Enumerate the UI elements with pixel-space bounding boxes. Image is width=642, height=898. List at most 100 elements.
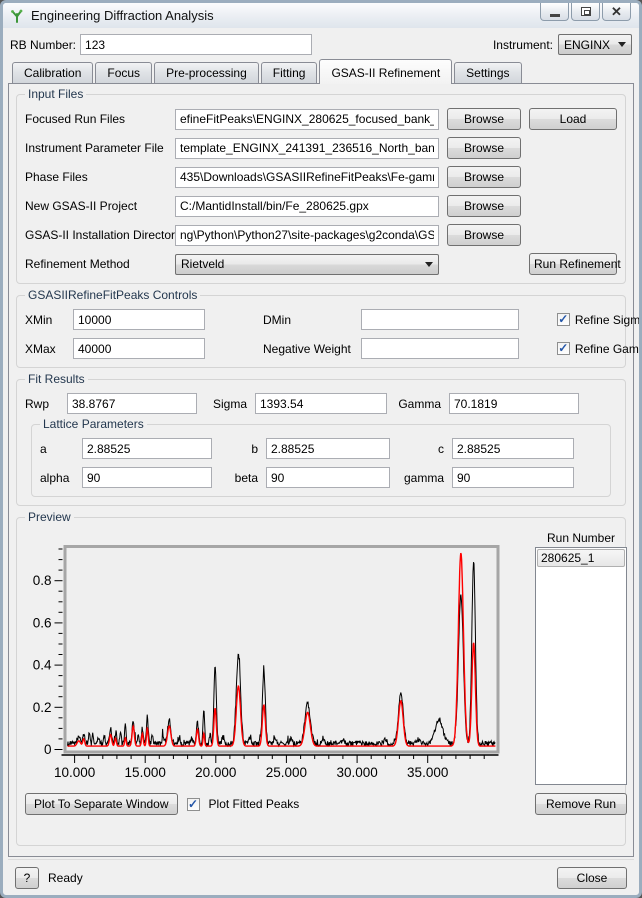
- group-title: Preview: [25, 510, 74, 524]
- remove-run-button[interactable]: Remove Run: [535, 793, 627, 815]
- lattice-alpha-field[interactable]: [82, 467, 212, 488]
- xmax-input[interactable]: [73, 338, 205, 359]
- rb-number-label: RB Number:: [10, 37, 77, 52]
- run-column: Run Number 280625_1: [535, 531, 627, 787]
- svg-text:0.4: 0.4: [33, 658, 52, 673]
- load-button[interactable]: Load: [529, 108, 617, 130]
- run-list-item[interactable]: 280625_1: [537, 549, 625, 567]
- gamma-label: Gamma: [398, 396, 441, 411]
- browse-phase-files-button[interactable]: Browse: [447, 166, 521, 188]
- svg-text:0.6: 0.6: [33, 615, 52, 630]
- group-input-files: Input Files Focused Run Files Browse Loa…: [16, 87, 626, 284]
- close-button[interactable]: Close: [557, 866, 627, 889]
- input-files-grid: Focused Run Files Browse Load Instrument…: [25, 108, 621, 275]
- status-bar: ? Ready Close: [8, 859, 634, 895]
- run-number-label: Run Number: [546, 531, 616, 545]
- rwp-field[interactable]: [67, 393, 197, 414]
- lattice-beta-field[interactable]: [266, 467, 390, 488]
- tab-pane-gsas-refinement: Input Files Focused Run Files Browse Loa…: [8, 83, 639, 857]
- rwp-label: Rwp: [25, 396, 50, 411]
- tab-fitting[interactable]: Fitting: [260, 62, 318, 83]
- negative-weight-input[interactable]: [360, 338, 519, 359]
- lattice-gamma-label: gamma: [403, 470, 444, 485]
- fit-results-grid: Rwp Sigma Gamma: [25, 393, 617, 414]
- gsas-install-dir-input[interactable]: [175, 224, 439, 246]
- app-icon: [11, 9, 23, 23]
- group-title: Fit Results: [25, 372, 88, 386]
- refinement-method-label: Refinement Method: [25, 257, 130, 271]
- new-gsas-project-label: New GSAS-II Project: [25, 199, 138, 213]
- svg-text:15.000: 15.000: [125, 765, 166, 780]
- diffraction-plot[interactable]: 10.000 15.000 20.000 25.000 30.000 35.000 0 0.2…: [25, 544, 525, 784]
- minimize-button[interactable]: [540, 3, 569, 21]
- status-text: Ready: [48, 870, 83, 885]
- window: Engineering Diffraction Analysis ✕ RB Nu…: [0, 0, 642, 898]
- svg-text:25.000: 25.000: [266, 765, 307, 780]
- xmin-label: XMin: [25, 312, 53, 327]
- tab-calibration[interactable]: Calibration: [12, 62, 94, 83]
- refine-gamma-checkbox[interactable]: [556, 342, 570, 355]
- svg-text:35.000: 35.000: [407, 765, 448, 780]
- group-fit-results: Fit Results Rwp Sigma Gamma Lattice Para…: [16, 372, 626, 506]
- tab-pre-processing[interactable]: Pre-processing: [154, 62, 259, 83]
- refine-gamma-row: Refine Gamma: [529, 341, 639, 356]
- dmin-label: DMin: [263, 312, 292, 327]
- instrument-select[interactable]: ENGINX: [558, 34, 632, 55]
- browse-instrument-parameter-button[interactable]: Browse: [447, 137, 521, 159]
- group-title: Lattice Parameters: [40, 417, 147, 431]
- preview-body: 10.000 15.000 20.000 25.000 30.000 35.000 0 0.2…: [25, 531, 627, 815]
- xmax-label: XMax: [25, 341, 56, 356]
- focused-run-files-input[interactable]: [175, 108, 439, 130]
- lattice-c-field[interactable]: [452, 438, 574, 459]
- refine-gamma-label: Refine Gamma: [574, 341, 639, 356]
- focused-run-files-label: Focused Run Files: [25, 112, 126, 126]
- lattice-gamma-field[interactable]: [452, 467, 574, 488]
- run-refinement-button[interactable]: Run Refinement: [529, 253, 621, 275]
- lattice-a-field[interactable]: [82, 438, 212, 459]
- dmin-input[interactable]: [360, 309, 519, 330]
- browse-new-project-button[interactable]: Browse: [447, 195, 521, 217]
- close-window-button[interactable]: ✕: [602, 3, 631, 21]
- run-list[interactable]: 280625_1: [535, 547, 627, 785]
- group-preview: Preview 10.000 15.000 20.000 25.000 30.000 35…: [16, 510, 627, 846]
- phase-files-input[interactable]: [175, 166, 439, 188]
- header-row: RB Number: Instrument: ENGINX: [10, 34, 632, 55]
- browse-install-dir-button[interactable]: Browse: [447, 224, 521, 246]
- new-gsas-project-input[interactable]: [175, 195, 439, 217]
- tab-settings[interactable]: Settings: [454, 62, 522, 83]
- xmin-input[interactable]: [73, 309, 205, 330]
- refine-sigma-row: Refine Sigma: [529, 313, 639, 327]
- svg-text:10.000: 10.000: [54, 765, 95, 780]
- restore-icon: [580, 7, 591, 16]
- lattice-alpha-label: alpha: [40, 470, 70, 485]
- help-button[interactable]: ?: [15, 866, 39, 889]
- lattice-c-label: c: [438, 441, 444, 456]
- instrument-parameter-file-input[interactable]: [175, 137, 439, 159]
- rb-number-input[interactable]: [80, 34, 313, 55]
- lattice-a-label: a: [40, 441, 47, 456]
- tab-focus[interactable]: Focus: [95, 62, 153, 83]
- sigma-label: Sigma: [212, 396, 247, 411]
- refinement-method-select[interactable]: Rietveld: [175, 253, 439, 275]
- svg-text:20.000: 20.000: [195, 765, 236, 780]
- gamma-field[interactable]: [449, 393, 579, 414]
- sigma-field[interactable]: [255, 393, 387, 414]
- lattice-grid: a b c alpha beta gamma: [40, 438, 602, 488]
- plot-separate-window-button[interactable]: Plot To Separate Window: [25, 793, 178, 815]
- restore-button[interactable]: [571, 3, 600, 21]
- instrument-value: ENGINX: [564, 37, 611, 52]
- negative-weight-label: Negative Weight: [263, 341, 351, 356]
- instrument-label: Instrument:: [492, 37, 553, 52]
- plot-fitted-peaks-label: Plot Fitted Peaks: [208, 797, 300, 811]
- lattice-b-label: b: [251, 441, 258, 456]
- chart-wrap: 10.000 15.000 20.000 25.000 30.000 35.000 0 0.2…: [25, 544, 525, 787]
- plot-fitted-peaks-checkbox[interactable]: [186, 797, 200, 811]
- group-title: Input Files: [25, 87, 87, 101]
- remove-run-cell: Remove Run: [535, 787, 627, 815]
- refine-sigma-checkbox[interactable]: [556, 313, 570, 326]
- lattice-b-field[interactable]: [266, 438, 390, 459]
- close-icon: ✕: [611, 4, 622, 19]
- tab-gsas-ii-refinement[interactable]: GSAS-II Refinement: [319, 59, 453, 84]
- browse-focused-run-button[interactable]: Browse: [447, 108, 521, 130]
- svg-text:30.000: 30.000: [336, 765, 377, 780]
